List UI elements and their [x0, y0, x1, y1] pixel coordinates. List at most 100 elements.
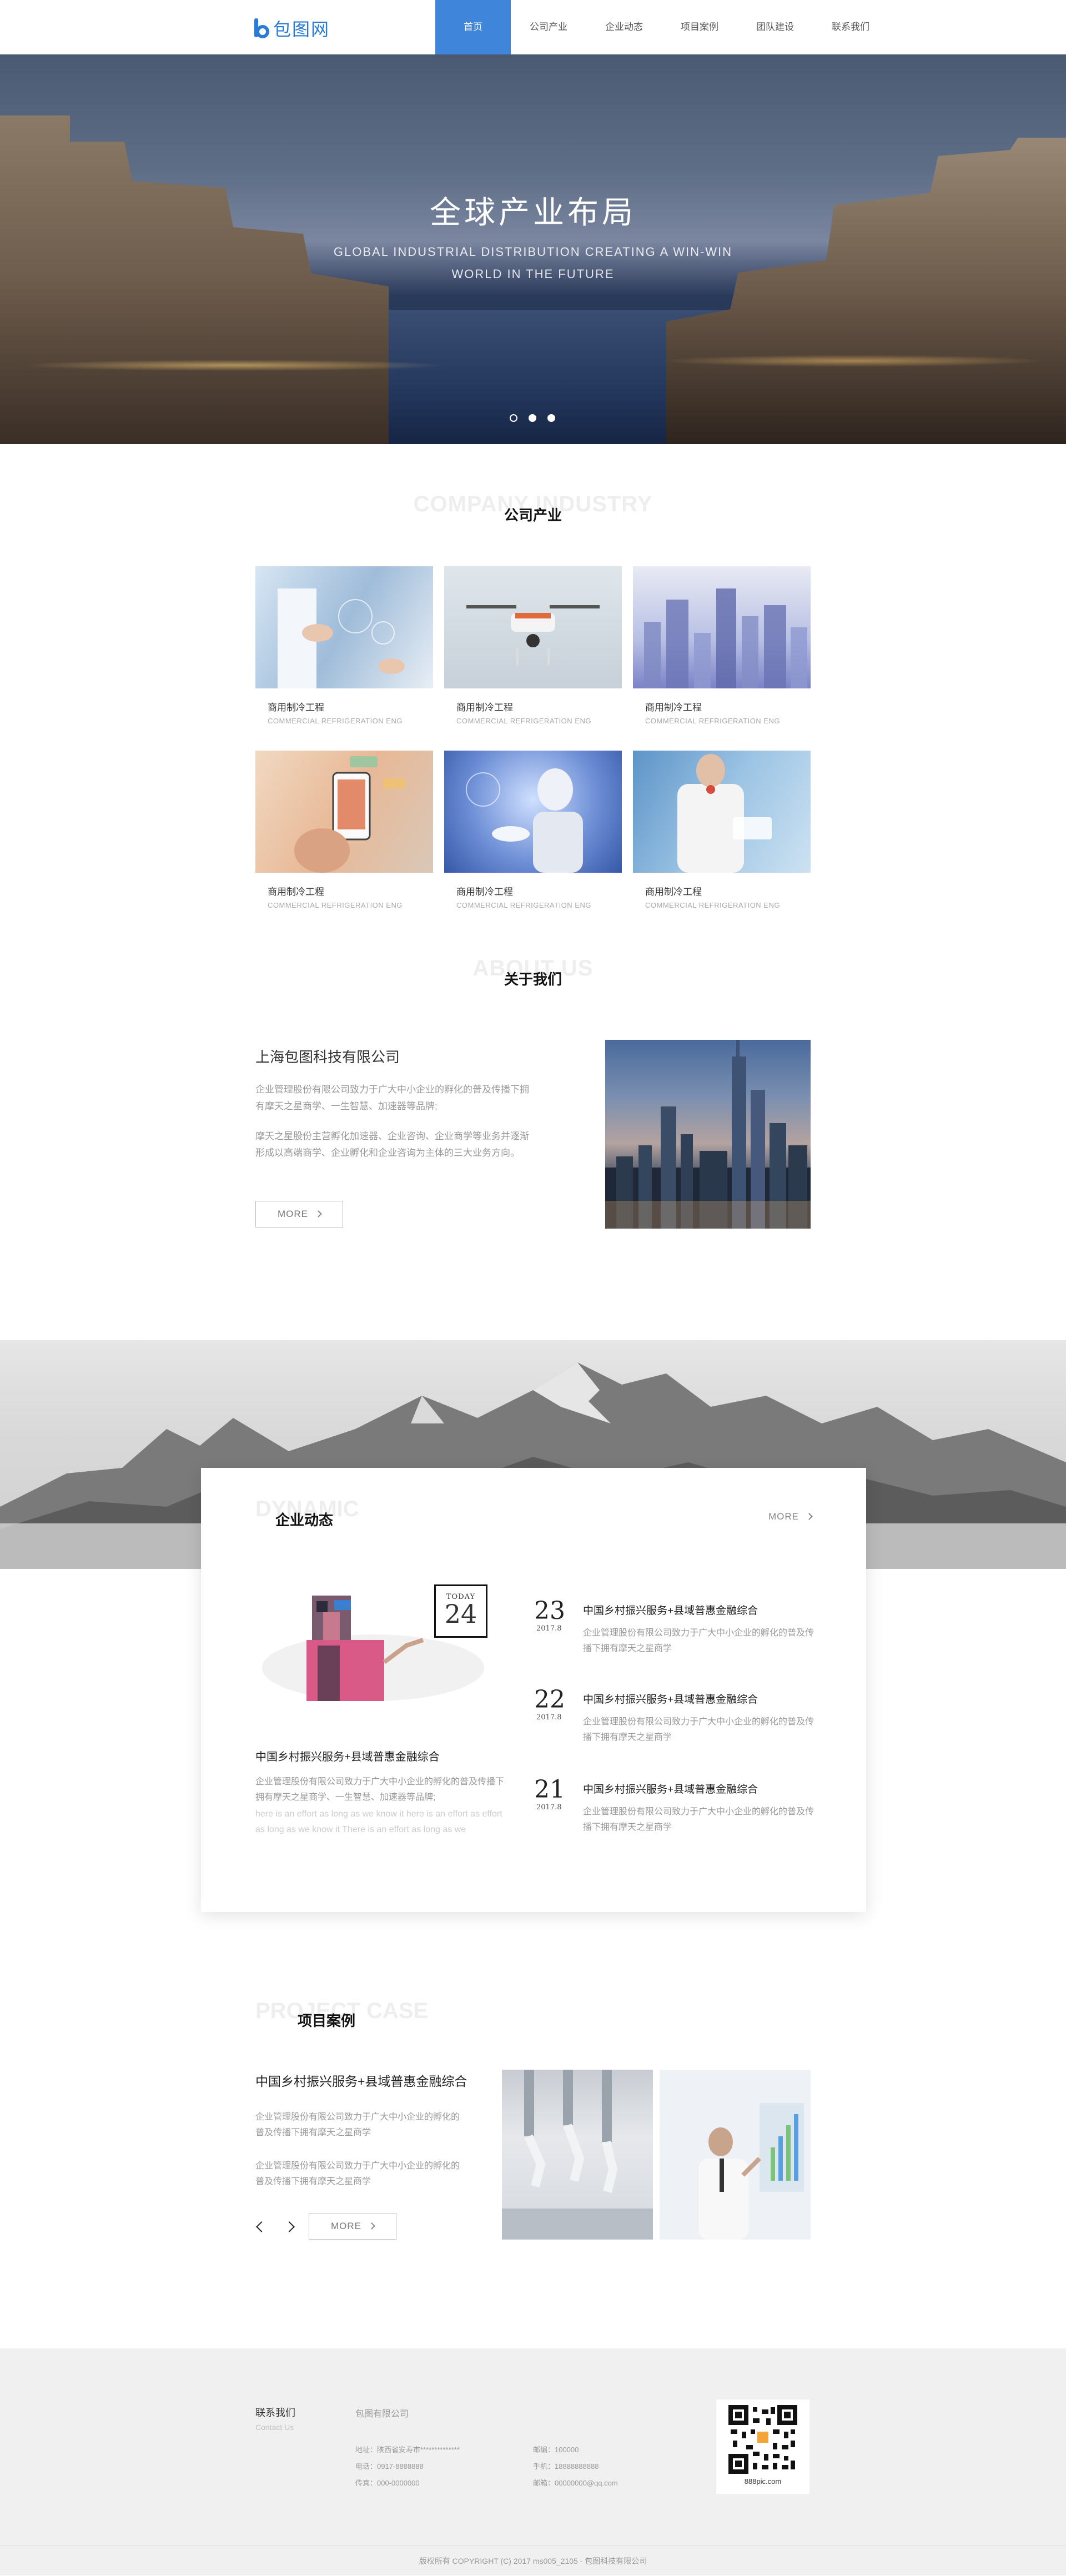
case-paragraph-1: 企业管理股份有限公司致力于广大中小企业的孵化的普及传播下拥有摩天之星商学 — [255, 2112, 460, 2137]
card-image-drone — [444, 566, 622, 688]
nav-news[interactable]: 企业动态 — [586, 0, 662, 54]
news-item-day: 21 — [534, 1775, 565, 1804]
about-paragraph-1: 企业管理股份有限公司致力于广大中小企业的孵化的普及传播下拥有摩天之星商学、一生智… — [255, 1084, 529, 1111]
case-image-robot-arms[interactable] — [502, 2070, 653, 2240]
card-subtitle: COMMERCIAL REFRIGERATION ENG — [645, 717, 780, 725]
news-item-month: 2017.8 — [536, 1713, 562, 1722]
carousel-dots — [510, 414, 555, 422]
news-item-title: 中国乡村振兴服务+县域普惠金融综合 — [583, 1605, 758, 1617]
industry-card[interactable]: 商用制冷工程 COMMERCIAL REFRIGERATION ENG — [255, 751, 433, 909]
news-title: 企业动态 — [275, 1512, 334, 1528]
industry-card[interactable]: 商用制冷工程 COMMERCIAL REFRIGERATION ENG — [633, 751, 811, 909]
hero-subtitle-line2: WORLD IN THE FUTURE — [451, 267, 615, 281]
footer-email[interactable]: 邮箱：00000000@qq.com — [533, 2477, 618, 2488]
hero-banner: 全球产业布局 GLOBAL INDUSTRIAL DISTRIBUTION CR… — [0, 54, 1066, 444]
qr-code: 888pic.com — [716, 2399, 809, 2494]
card-subtitle: COMMERCIAL REFRIGERATION ENG — [645, 901, 780, 909]
chevron-right-icon — [368, 2222, 375, 2230]
about-more-button[interactable]: MORE — [255, 1201, 343, 1227]
carousel-dot-1[interactable] — [510, 414, 517, 422]
news-item-month: 2017.8 — [536, 1624, 562, 1633]
nav-contact[interactable]: 联系我们 — [813, 0, 888, 54]
card-image-robot — [444, 751, 622, 873]
card-subtitle: COMMERCIAL REFRIGERATION ENG — [456, 901, 591, 909]
news-heading: DYNAMIC 企业动态 — [255, 1497, 477, 1530]
chevron-right-icon — [806, 1513, 813, 1520]
card-title: 商用制冷工程 — [456, 702, 513, 713]
logo[interactable]: 包图网 — [253, 16, 330, 41]
nav-industry[interactable]: 公司产业 — [511, 0, 586, 54]
about-more-label: MORE — [278, 1209, 308, 1219]
nav-cases[interactable]: 项目案例 — [662, 0, 737, 54]
carousel-dot-2[interactable] — [529, 414, 536, 422]
footer-phone: 电话：0917-8888888 — [355, 2462, 424, 2471]
industry-heading: COMPANY INDUSTRY 公司产业 — [0, 492, 1066, 524]
card-title: 商用制冷工程 — [645, 702, 702, 713]
today-day: 24 — [444, 1599, 477, 1629]
qr-caption: 888pic.com — [744, 2477, 782, 2486]
today-date-box: TODAY 24 — [434, 1584, 487, 1638]
footer-contact-title: 联系我们 — [255, 2407, 295, 2418]
prev-arrow-icon[interactable] — [256, 2221, 267, 2232]
cases-more-button[interactable]: MORE — [309, 2213, 396, 2240]
footer-postcode: 邮编：100000 — [533, 2446, 579, 2454]
nav-team[interactable]: 团队建设 — [737, 0, 813, 54]
about-paragraph-2: 摩天之星股份主营孵化加速器、企业咨询、企业商学等业务并逐渐形成以高端商学、企业孵… — [255, 1131, 529, 1158]
chevron-right-icon — [315, 1210, 322, 1217]
news-item-day: 23 — [534, 1597, 565, 1625]
main-nav: 首页 公司产业 企业动态 项目案例 团队建设 联系我们 — [435, 0, 888, 54]
news-item-month: 2017.8 — [536, 1803, 562, 1812]
industry-title: 公司产业 — [504, 507, 562, 524]
card-subtitle: COMMERCIAL REFRIGERATION ENG — [456, 717, 591, 725]
news-feature-text: 企业管理股份有限公司致力于广大中小企业的孵化的普及传播下拥有摩天之星商学、一生智… — [255, 1777, 505, 1802]
news-more-link[interactable]: MORE — [768, 1511, 813, 1522]
card-subtitle: COMMERCIAL REFRIGERATION ENG — [268, 901, 403, 909]
next-arrow-icon[interactable] — [284, 2221, 295, 2232]
news-item-title: 中国乡村振兴服务+县域普惠金融综合 — [583, 1694, 758, 1705]
news-feature-title[interactable]: 中国乡村振兴服务+县域普惠金融综合 — [255, 1748, 440, 1764]
case-paragraph-2: 企业管理股份有限公司致力于广大中小企业的孵化的普及传播下拥有摩天之星商学 — [255, 2161, 460, 2186]
card-title: 商用制冷工程 — [268, 702, 324, 713]
logo-icon — [253, 17, 270, 39]
card-image-phone — [255, 751, 433, 873]
industry-card[interactable]: 商用制冷工程 COMMERCIAL REFRIGERATION ENG — [255, 566, 433, 725]
cases-heading: PROJECT CASE 项目案例 — [255, 1999, 477, 2037]
card-title: 商用制冷工程 — [645, 887, 702, 897]
industry-card[interactable]: 商用制冷工程 COMMERCIAL REFRIGERATION ENG — [633, 566, 811, 725]
industry-card[interactable]: 商用制冷工程 COMMERCIAL REFRIGERATION ENG — [444, 566, 622, 725]
about-company-name: 上海包图科技有限公司 — [255, 1049, 400, 1065]
news-item-title: 中国乡村振兴服务+县域普惠金融综合 — [583, 1784, 758, 1795]
qr-code-icon — [728, 2405, 797, 2474]
card-image-city — [633, 566, 811, 688]
footer-company: 包图有限公司 — [355, 2409, 409, 2419]
news-more-label: MORE — [768, 1511, 799, 1522]
footer-fax: 传真：000-0000000 — [355, 2479, 420, 2487]
nav-home[interactable]: 首页 — [435, 0, 511, 54]
carousel-dot-3[interactable] — [547, 414, 555, 422]
logo-text: 包图网 — [273, 19, 330, 40]
card-title: 商用制冷工程 — [456, 887, 513, 897]
about-heading: ABOUT US 关于我们 — [0, 956, 1066, 988]
news-item-text: 企业管理股份有限公司致力于广大中小企业的孵化的普及传播下拥有摩天之星商学 — [583, 1717, 814, 1742]
footer-copyright: 版权所有 COPYRIGHT (C) 2017 ms005_2105 - 包图科… — [0, 2545, 1066, 2575]
news-item-day: 22 — [534, 1686, 565, 1714]
card-image-doctor — [633, 751, 811, 873]
site-header: 包图网 首页 公司产业 企业动态 项目案例 团队建设 联系我们 — [0, 0, 1066, 54]
site-footer: 联系我们 Contact Us 包图有限公司 地址：陕西省安寿市********… — [0, 2348, 1066, 2575]
card-title: 商用制冷工程 — [268, 887, 324, 897]
cases-title: 项目案例 — [298, 2012, 356, 2029]
hero-lights — [0, 343, 1066, 388]
news-item-text: 企业管理股份有限公司致力于广大中小企业的孵化的普及传播下拥有摩天之星商学 — [583, 1807, 814, 1832]
card-subtitle: COMMERCIAL REFRIGERATION ENG — [268, 717, 403, 725]
case-image-office[interactable] — [660, 2070, 811, 2240]
about-city-image — [605, 1040, 811, 1229]
hero-title: 全球产业布局 — [430, 195, 636, 231]
about-title: 关于我们 — [504, 971, 562, 988]
news-item-text: 企业管理股份有限公司致力于广大中小企业的孵化的普及传播下拥有摩天之星商学 — [583, 1628, 814, 1653]
case-item-title[interactable]: 中国乡村振兴服务+县域普惠金融综合 — [255, 2071, 467, 2090]
footer-contact-sub: Contact Us — [255, 2423, 294, 2432]
hero-subtitle: GLOBAL INDUSTRIAL DISTRIBUTION CREATING … — [311, 241, 755, 285]
industry-card[interactable]: 商用制冷工程 COMMERCIAL REFRIGERATION ENG — [444, 751, 622, 909]
news-card: DYNAMIC 企业动态 MORE TODAY 24 中国乡村振兴服务+县域普惠… — [201, 1468, 866, 1912]
hero-subtitle-line1: GLOBAL INDUSTRIAL DISTRIBUTION CREATING … — [333, 245, 733, 259]
